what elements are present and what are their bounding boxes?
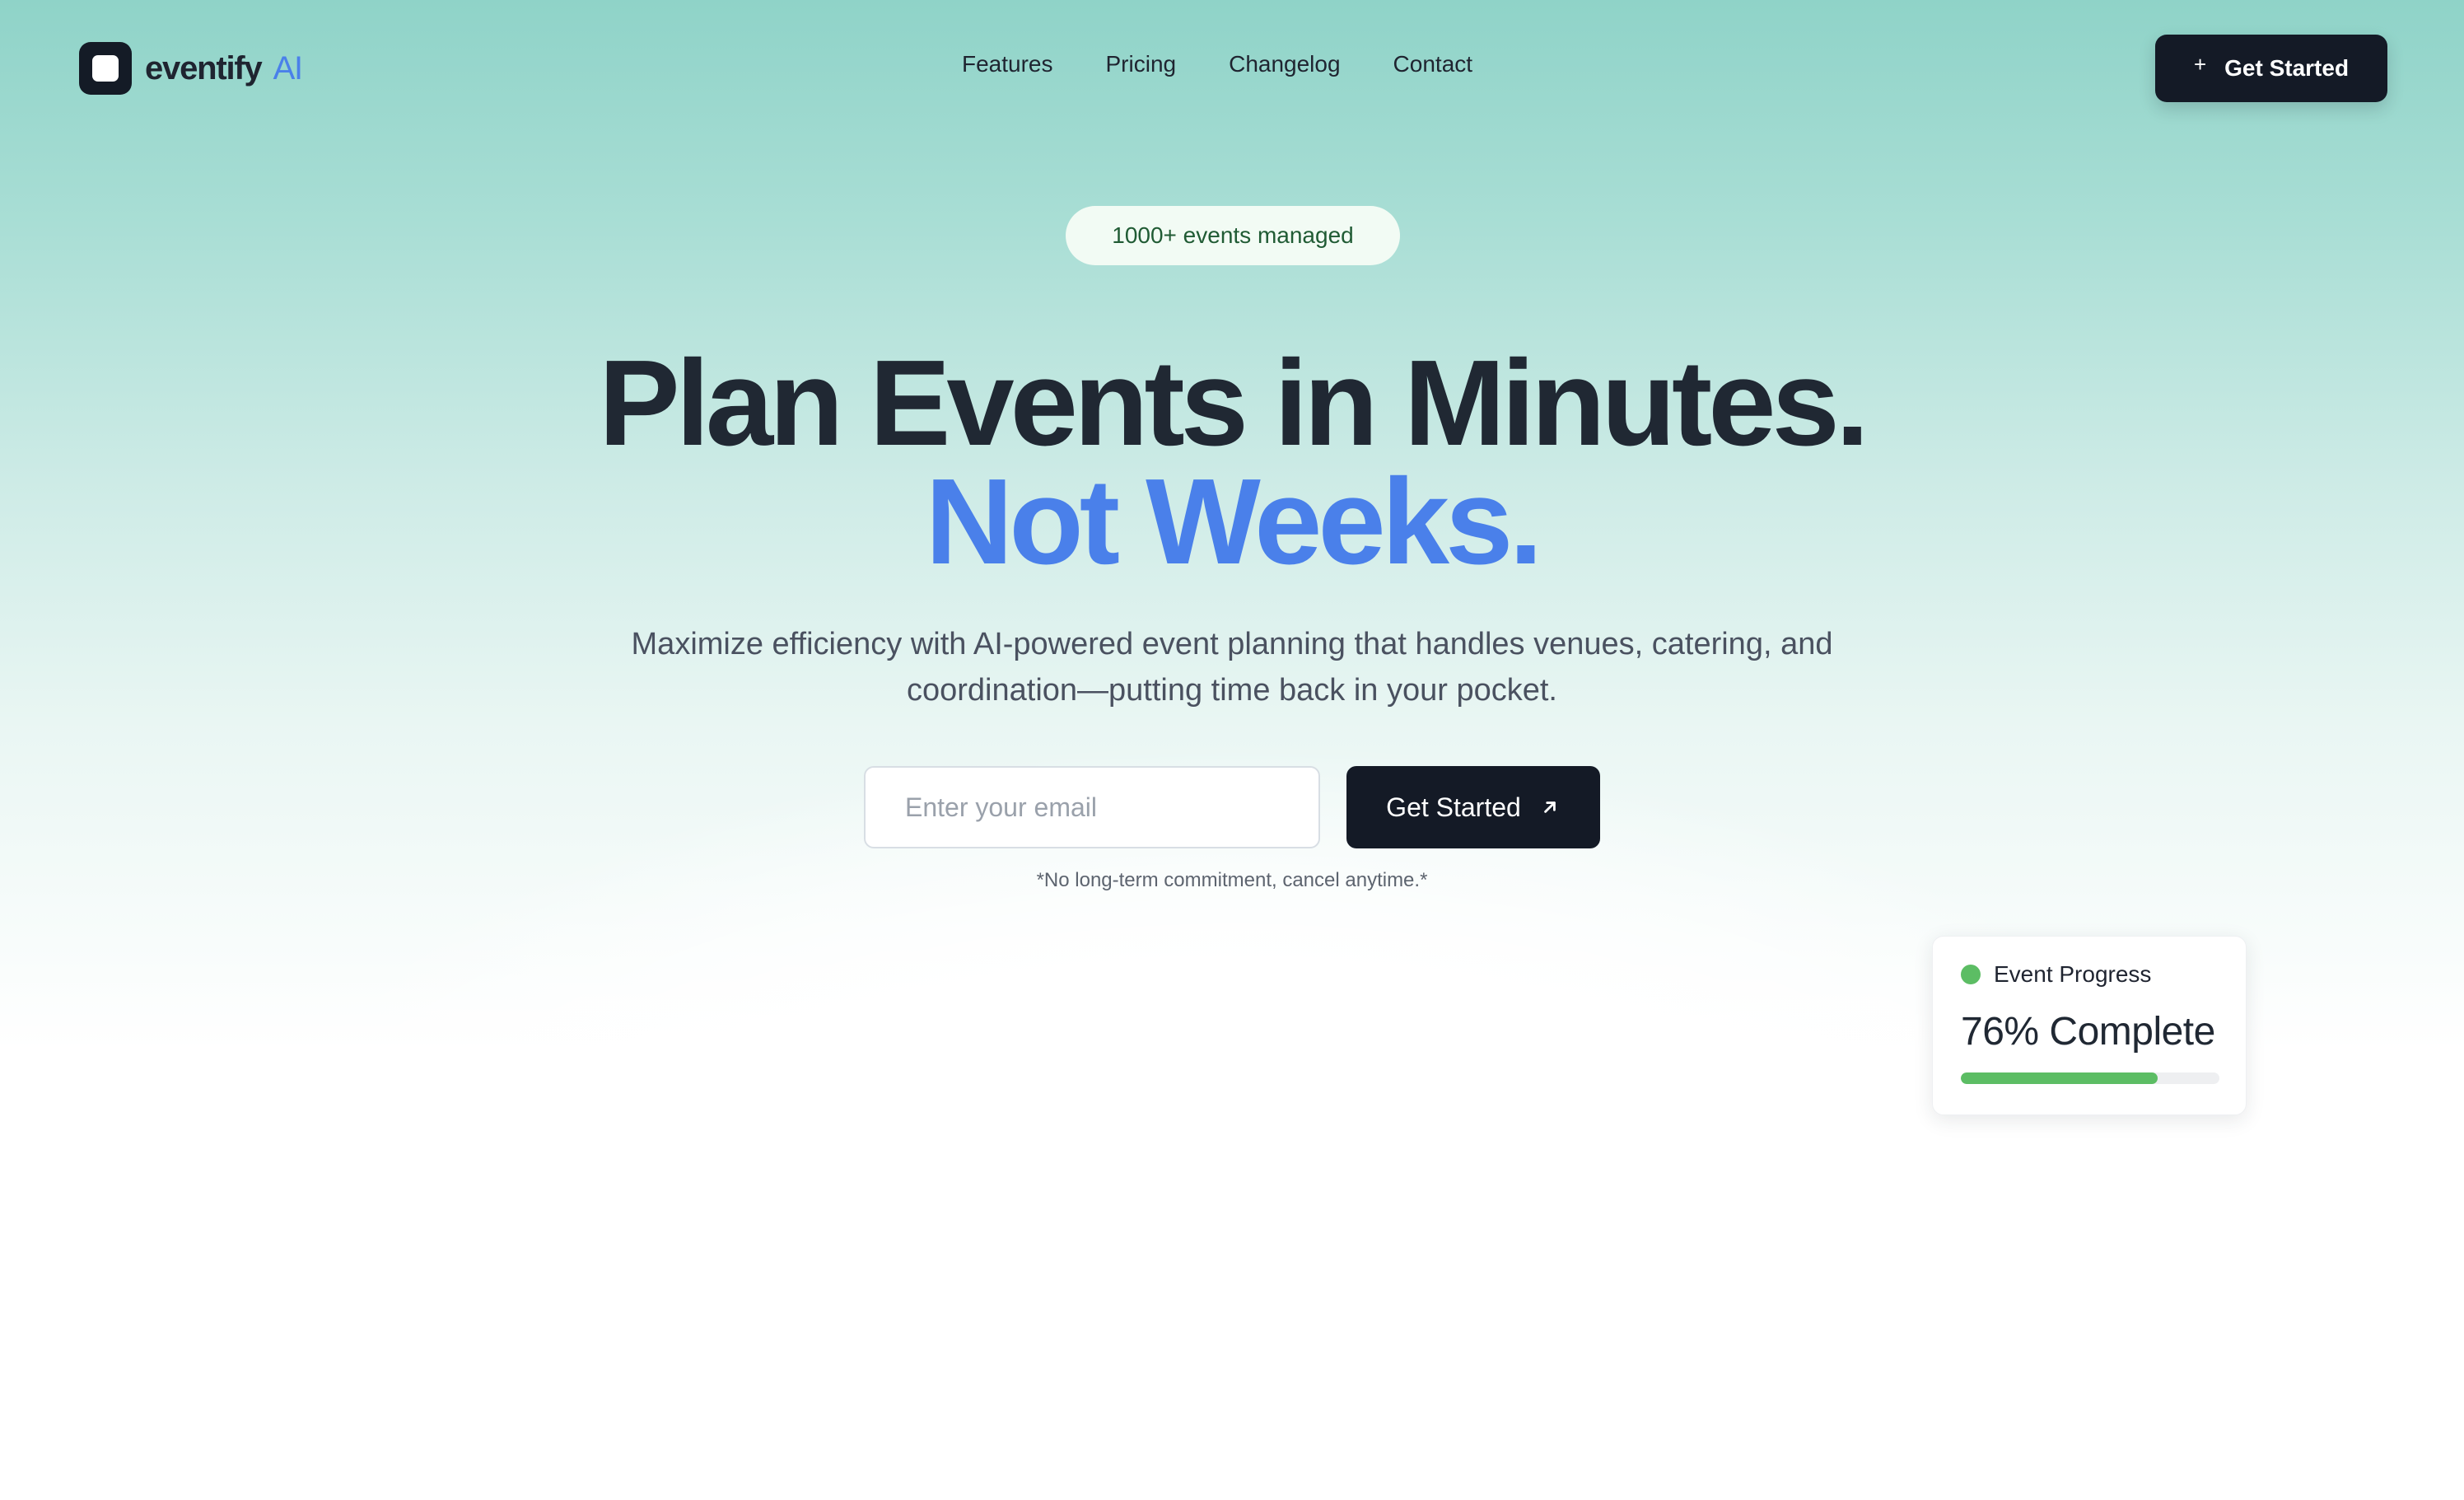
progress-card-title: Event Progress bbox=[1994, 961, 2152, 987]
primary-nav: Features Pricing Changelog Contact bbox=[962, 51, 1472, 77]
hero-headline: Plan Events in Minutes. Not Weeks. bbox=[0, 335, 2464, 590]
brand-name: eventify AI bbox=[145, 49, 304, 87]
status-dot-icon bbox=[1961, 965, 1981, 984]
brand-suffix: AI bbox=[273, 49, 304, 86]
nav-link-pricing[interactable]: Pricing bbox=[1106, 51, 1177, 77]
hero-cta-label: Get Started bbox=[1386, 792, 1521, 822]
logo-icon bbox=[79, 42, 132, 95]
arrow-up-right-icon bbox=[1543, 801, 1556, 813]
brand-wordmark: eventify bbox=[145, 49, 263, 86]
progress-bar bbox=[1961, 1072, 2219, 1084]
nav-link-changelog[interactable]: Changelog bbox=[1229, 51, 1340, 77]
headline-line-1: Plan Events in Minutes. bbox=[598, 335, 1869, 471]
nav-cta-label: Get Started bbox=[2224, 55, 2350, 81]
email-input[interactable] bbox=[864, 766, 1320, 848]
top-navbar: eventify AI Features Pricing Changelog C… bbox=[0, 0, 2464, 137]
nav-link-contact[interactable]: Contact bbox=[1393, 51, 1473, 77]
event-progress-card: Event Progress 76% Complete bbox=[1932, 936, 2247, 1115]
brand-logo[interactable]: eventify AI bbox=[79, 41, 304, 96]
events-managed-badge: 1000+ events managed bbox=[1066, 206, 1400, 265]
headline-line-2: Not Weeks. bbox=[925, 454, 1542, 590]
hero-subtitle: Maximize efficiency with AI-powered even… bbox=[631, 627, 1833, 708]
progress-bar-fill bbox=[1961, 1072, 2158, 1084]
nav-get-started-button[interactable]: + Get Started bbox=[2155, 35, 2387, 102]
nav-link-features[interactable]: Features bbox=[962, 51, 1053, 77]
plus-icon: + bbox=[2193, 51, 2207, 77]
commitment-disclaimer: *No long-term commitment, cancel anytime… bbox=[1036, 869, 1428, 891]
progress-value: 76% Complete bbox=[1961, 1010, 2215, 1054]
email-signup-form: Get Started bbox=[864, 766, 1600, 848]
hero-get-started-button[interactable]: Get Started bbox=[1346, 766, 1600, 848]
progress-card-header: Event Progress bbox=[1961, 961, 2218, 988]
